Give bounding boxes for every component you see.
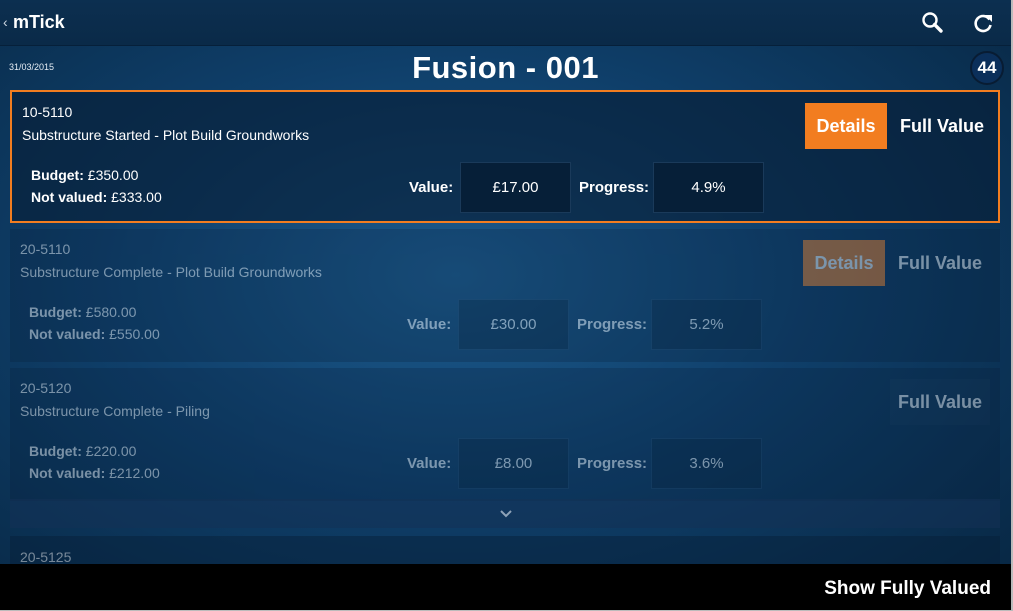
budget-line: Budget: £580.00 bbox=[29, 304, 136, 320]
budget-line: Budget: £350.00 bbox=[31, 167, 138, 183]
list-item[interactable]: 10-5110 Substructure Started - Plot Buil… bbox=[10, 90, 1000, 223]
not-valued-line: Not valued: £550.00 bbox=[29, 326, 160, 342]
progress-input[interactable]: 3.6% bbox=[651, 438, 762, 489]
budget-line: Budget: £220.00 bbox=[29, 443, 136, 459]
list-item[interactable]: 20-5120 Substructure Complete - Piling B… bbox=[10, 368, 1000, 501]
progress-input[interactable]: 4.9% bbox=[653, 162, 764, 213]
list-item[interactable]: 20-5110 Substructure Complete - Plot Bui… bbox=[10, 229, 1000, 362]
item-description: Substructure Complete - Plot Build Groun… bbox=[20, 264, 322, 280]
progress-label: Progress: bbox=[579, 179, 650, 196]
details-button[interactable]: Details bbox=[803, 240, 885, 286]
progress-input[interactable]: 5.2% bbox=[651, 299, 762, 350]
value-input[interactable]: £30.00 bbox=[458, 299, 569, 350]
value-label: Value: bbox=[407, 316, 452, 333]
progress-label: Progress: bbox=[577, 455, 648, 472]
bottom-bar: Show Fully Valued bbox=[0, 564, 1011, 611]
action-bar: ‹ mTick bbox=[0, 0, 1011, 46]
chevron-left-icon[interactable]: ‹ bbox=[3, 14, 8, 30]
item-description: Substructure Started - Plot Build Ground… bbox=[22, 127, 310, 143]
not-valued-line: Not valued: £212.00 bbox=[29, 465, 160, 481]
chevron-down-icon[interactable] bbox=[498, 505, 514, 521]
page-title: Fusion - 001 bbox=[412, 50, 599, 85]
details-button[interactable]: Details bbox=[805, 103, 887, 149]
budget-label: Budget: bbox=[29, 304, 82, 320]
app-title[interactable]: mTick bbox=[13, 12, 65, 33]
item-code: 10-5110 bbox=[22, 104, 73, 120]
value-label: Value: bbox=[407, 455, 452, 472]
value-input[interactable]: £8.00 bbox=[458, 438, 569, 489]
budget-label: Budget: bbox=[31, 167, 84, 183]
budget-value: £350.00 bbox=[87, 167, 139, 183]
show-fully-valued-button[interactable]: Show Fully Valued bbox=[824, 578, 991, 600]
not-valued-label: Not valued: bbox=[29, 326, 106, 342]
not-valued-value: £550.00 bbox=[109, 326, 160, 342]
progress-label: Progress: bbox=[577, 316, 648, 333]
search-icon[interactable] bbox=[920, 10, 946, 36]
refresh-icon[interactable] bbox=[970, 10, 996, 36]
item-description: Substructure Complete - Piling bbox=[20, 403, 210, 419]
item-code: 20-5120 bbox=[20, 380, 72, 396]
item-code: 20-5125 bbox=[20, 549, 72, 565]
full-value-button[interactable]: Full Value bbox=[890, 240, 990, 286]
count-badge: 44 bbox=[970, 51, 1004, 85]
value-input[interactable]: £17.00 bbox=[460, 162, 571, 213]
value-label: Value: bbox=[409, 179, 454, 196]
not-valued-line: Not valued: £333.00 bbox=[31, 189, 162, 205]
full-value-button[interactable]: Full Value bbox=[892, 103, 992, 149]
budget-label: Budget: bbox=[29, 443, 82, 459]
full-value-button[interactable]: Full Value bbox=[890, 379, 990, 425]
not-valued-label: Not valued: bbox=[29, 465, 106, 481]
budget-value: £220.00 bbox=[85, 443, 137, 459]
expand-row[interactable] bbox=[10, 499, 1000, 528]
not-valued-value: £212.00 bbox=[109, 465, 160, 481]
list-item[interactable]: 20-5125 bbox=[10, 536, 1000, 566]
budget-value: £580.00 bbox=[85, 304, 137, 320]
item-code: 20-5110 bbox=[20, 241, 71, 257]
not-valued-value: £333.00 bbox=[111, 189, 162, 205]
not-valued-label: Not valued: bbox=[31, 189, 108, 205]
